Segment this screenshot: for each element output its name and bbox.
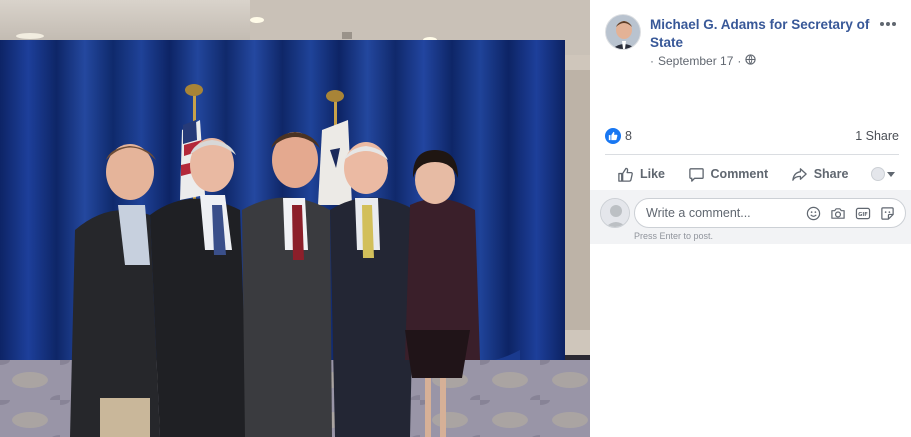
gif-icon[interactable]: GIF	[855, 206, 871, 221]
share-button[interactable]: Share	[791, 162, 849, 187]
comment-icon	[688, 166, 705, 183]
post-photo[interactable]	[0, 0, 590, 437]
meta-separator-2: ·	[737, 54, 742, 68]
caret-down-icon	[886, 167, 895, 181]
post-side-panel: Michael G. Adams for Secretary of State …	[590, 0, 911, 437]
post-header: Michael G. Adams for Secretary of State …	[605, 14, 903, 68]
author-avatar[interactable]	[605, 14, 641, 50]
profile-mini-icon	[870, 167, 885, 181]
meta-separator: ·	[650, 54, 654, 68]
thumbs-up-icon	[617, 166, 634, 183]
post-meta: · September 17 ·	[650, 54, 757, 68]
post-viewer: Michael G. Adams for Secretary of State …	[0, 0, 911, 437]
like-button[interactable]: Like	[617, 162, 665, 187]
like-label: Like	[640, 167, 666, 181]
share-count[interactable]: 1 Share	[855, 129, 899, 143]
post-date[interactable]: September 17	[658, 54, 733, 68]
reactions-bar: 8 1 Share	[605, 125, 899, 147]
action-bar: Like Comment Share	[605, 160, 899, 188]
share-label: Share	[813, 167, 849, 181]
sticker-icon[interactable]	[880, 206, 895, 221]
author-name[interactable]: Michael G. Adams for Secretary of State	[650, 16, 880, 52]
divider-top	[605, 154, 899, 155]
comment-tools: GIF	[806, 206, 895, 221]
comment-button[interactable]: Comment	[688, 162, 769, 187]
avatar-image	[606, 15, 640, 49]
globe-icon	[745, 54, 757, 68]
comment-label: Comment	[710, 167, 769, 181]
like-count: 8	[625, 129, 632, 143]
ellipsis-icon[interactable]	[879, 14, 897, 32]
photo-illustration	[0, 0, 590, 437]
camera-icon[interactable]	[830, 206, 846, 221]
viewer-avatar	[600, 198, 630, 228]
reaction-summary[interactable]: 8	[605, 128, 632, 144]
comment-box: GIF	[634, 198, 906, 228]
comment-hint: Press Enter to post.	[634, 231, 714, 241]
audience-selector[interactable]	[870, 167, 895, 181]
like-reaction-icon	[605, 128, 621, 144]
emoji-icon[interactable]	[806, 206, 821, 221]
svg-text:GIF: GIF	[858, 211, 868, 217]
share-arrow-icon	[791, 166, 808, 183]
comment-composer: GIF Press Enter to post.	[590, 190, 911, 244]
comment-input[interactable]	[646, 206, 796, 220]
